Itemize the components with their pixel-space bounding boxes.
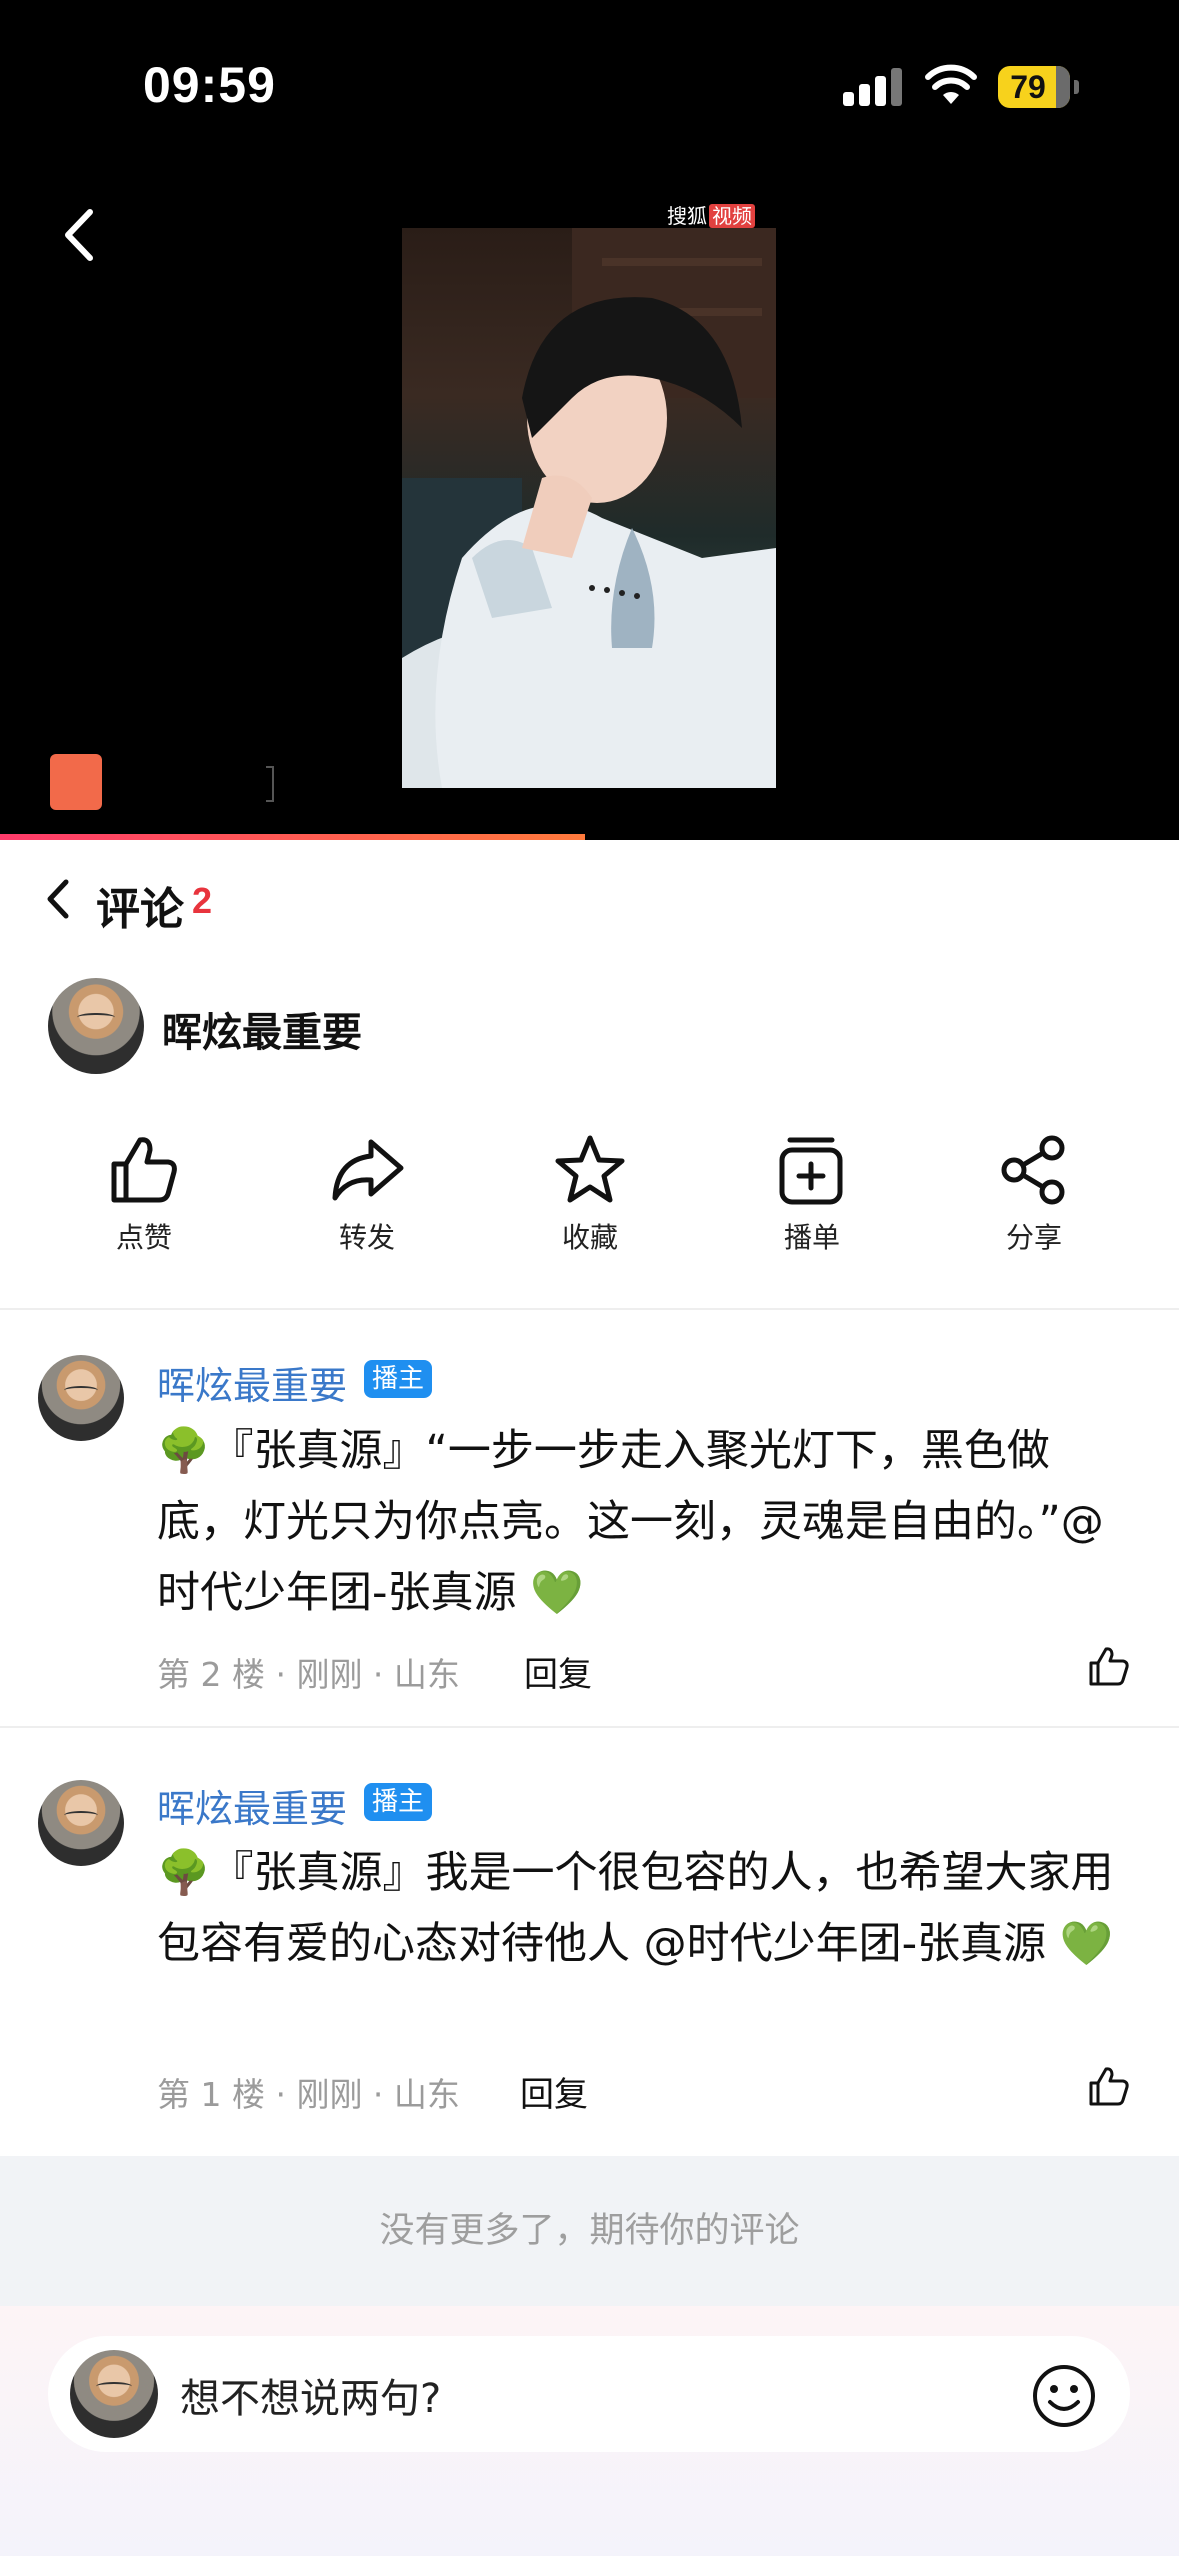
emoji-icon[interactable] [1030, 2362, 1098, 2430]
forward-button[interactable]: 转发 [292, 1120, 442, 1280]
battery-level: 79 [1010, 69, 1046, 105]
video-thumbnail-image [402, 228, 776, 788]
back-arrow-icon[interactable] [50, 200, 110, 270]
comment-meta: 第 2 楼 · 刚刚 · 山东 [157, 1655, 460, 1694]
favorite-button[interactable]: 收藏 [515, 1120, 665, 1280]
action-label: 转发 [338, 1221, 395, 1254]
cellular-signal-icon [843, 68, 903, 106]
comment-input-placeholder[interactable]: 想不想说两句? [180, 2366, 441, 2424]
author-avatar[interactable] [48, 978, 144, 1074]
share-icon [1001, 1135, 1065, 1205]
reply-button[interactable]: 回复 [524, 1647, 592, 1696]
uploader-badge: 播主 [364, 1783, 433, 1821]
comment-text: 🌳『张真源』“一步一步走入聚光灯下，黑色做底，灯光只为你点亮。这一刻，灵魂是自由… [157, 1426, 1104, 1618]
like-button[interactable]: 点赞 [69, 1120, 219, 1280]
video-player[interactable]: 09:59 79 搜狐 视频 [0, 0, 1179, 840]
video-frame[interactable] [402, 228, 776, 788]
comments-count: 2 [192, 880, 213, 921]
playlist-add-icon [779, 1137, 843, 1205]
comment-item: 晖炫最重要 播主 🌳『张真源』我是一个很包容的人，也希望大家用包容有爱的心态对待… [0, 1728, 1179, 2156]
chevron-left-icon[interactable] [40, 874, 80, 924]
video-bracket-mark [266, 766, 274, 802]
comments-title: 评论 [96, 884, 184, 935]
action-label: 收藏 [561, 1221, 618, 1254]
forward-icon [332, 1139, 404, 1201]
video-corner-mark [50, 754, 102, 810]
comment-meta: 第 1 楼 · 刚刚 · 山东 [157, 2075, 460, 2114]
thumb-up-icon [111, 1137, 177, 1203]
comments-header: 评论 2 [0, 840, 1179, 960]
commenter-avatar[interactable] [38, 1355, 124, 1441]
status-time: 09:59 [143, 57, 276, 113]
action-label: 播单 [783, 1221, 840, 1254]
playlist-button[interactable]: 播单 [737, 1120, 887, 1280]
comment-like-icon[interactable] [1087, 2064, 1131, 2108]
commenter-name[interactable]: 晖炫最重要 [157, 1355, 347, 1410]
status-bar: 09:59 79 [0, 0, 1179, 150]
comment-like-icon[interactable] [1087, 1644, 1131, 1688]
comment-item: 晖炫最重要 播主 🌳『张真源』“一步一步走入聚光灯下，黑色做底，灯光只为你点亮。… [0, 1310, 1179, 1726]
author-name[interactable]: 晖炫最重要 [162, 1000, 362, 1058]
no-more-comments: 没有更多了，期待你的评论 [0, 2156, 1179, 2306]
star-icon [555, 1135, 625, 1203]
commenter-avatar[interactable] [38, 1780, 124, 1866]
share-button[interactable]: 分享 [959, 1120, 1109, 1280]
commenter-name[interactable]: 晖炫最重要 [157, 1778, 347, 1833]
comment-text: 🌳『张真源』我是一个很包容的人，也希望大家用包容有爱的心态对待他人 @时代少年团… [157, 1848, 1114, 1969]
battery-icon: 79 [998, 66, 1079, 108]
video-watermark: 搜狐 视频 [667, 200, 755, 229]
action-label: 分享 [1005, 1221, 1062, 1254]
action-label: 点赞 [115, 1221, 172, 1254]
my-avatar [70, 2350, 158, 2438]
uploader-badge: 播主 [364, 1360, 433, 1398]
wifi-icon [925, 64, 977, 104]
reply-button[interactable]: 回复 [520, 2067, 588, 2116]
action-bar: 点赞 转发 收藏 播单 分享 [0, 1120, 1179, 1280]
